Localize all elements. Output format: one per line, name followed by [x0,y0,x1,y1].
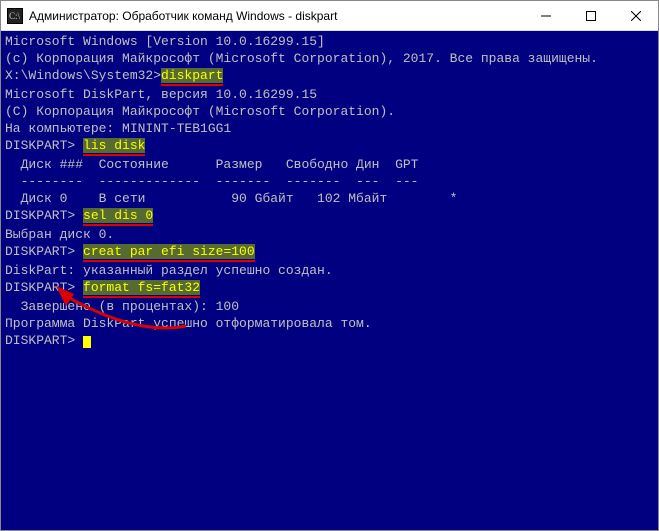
minimize-button[interactable] [523,1,568,31]
output-line: (c) Корпорация Майкрософт (Microsoft Cor… [5,50,654,67]
table-header: Диск ### Состояние Размер Свободно Дин G… [5,156,654,173]
titlebar[interactable]: C:\ Администратор: Обработчик команд Win… [1,1,658,31]
output-line: Microsoft DiskPart, версия 10.0.16299.15 [5,86,654,103]
command-highlight: sel dis 0 [83,208,153,223]
output-line: На компьютере: MININT-TEB1GG1 [5,120,654,137]
output-line: Программа DiskPart успешно отформатирова… [5,315,654,332]
prompt-line: DISKPART> [5,332,654,349]
output-line: (C) Корпорация Майкрософт (Microsoft Cor… [5,103,654,120]
prompt-line: DISKPART> format fs=fat32 [5,279,654,298]
maximize-button[interactable] [568,1,613,31]
close-button[interactable] [613,1,658,31]
command-highlight: creat par efi size=100 [83,244,255,259]
command-highlight: lis disk [83,138,145,153]
command-highlight: diskpart [161,68,223,83]
window-buttons [523,1,658,31]
prompt-line: X:\Windows\System32>diskpart [5,67,654,86]
command-highlight: format fs=fat32 [83,280,200,295]
output-line: Завершено (в процентах): 100 [5,298,654,315]
prompt-line: DISKPART> sel dis 0 [5,207,654,226]
cursor-icon [83,336,91,348]
output-line: Microsoft Windows [Version 10.0.16299.15… [5,33,654,50]
prompt-line: DISKPART> lis disk [5,137,654,156]
window-title: Администратор: Обработчик команд Windows… [29,9,523,23]
cmd-icon: C:\ [7,8,23,24]
table-row: Диск 0 В сети 90 Gбайт 102 Mбайт * [5,190,654,207]
prompt-line: DISKPART> creat par efi size=100 [5,243,654,262]
output-line: Выбран диск 0. [5,226,654,243]
output-line: DiskPart: указанный раздел успешно созда… [5,262,654,279]
table-separator: -------- ------------- ------- ------- -… [5,173,654,190]
terminal-area[interactable]: Microsoft Windows [Version 10.0.16299.15… [1,31,658,530]
svg-text:C:\: C:\ [9,11,21,21]
app-window: C:\ Администратор: Обработчик команд Win… [0,0,659,531]
